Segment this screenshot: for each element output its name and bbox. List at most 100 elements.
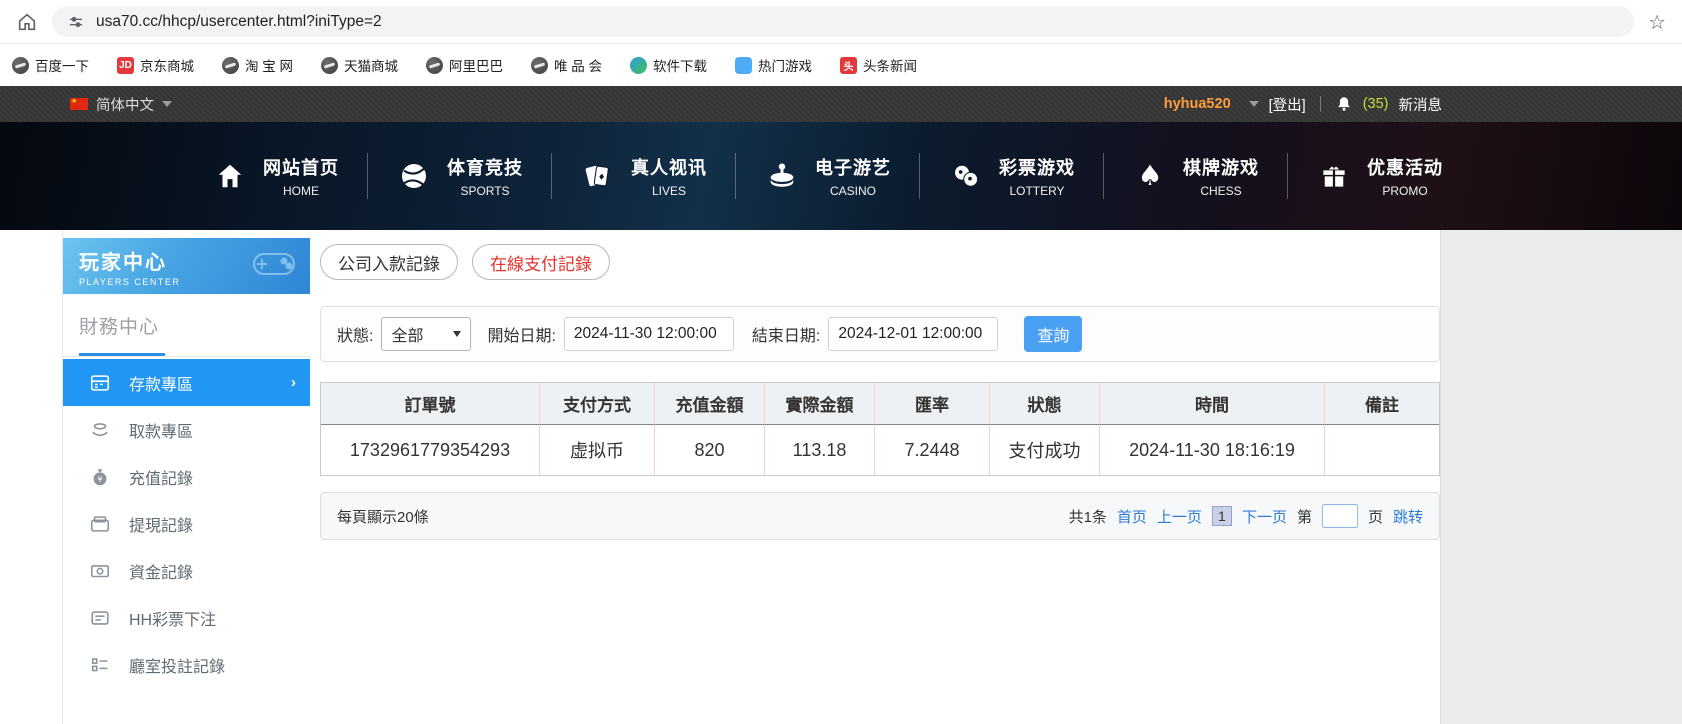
total-count: 共1条 [1068,508,1107,526]
nav-sports[interactable]: 体育竞技 SPORTS [368,154,551,198]
sidebar-item-hall-bet-record[interactable]: 廳室投註記錄 [63,641,310,688]
browser-chrome: usa70.cc/hhcp/usercenter.html?iniType=2 … [0,0,1682,44]
recharge-amount: 820 [655,425,765,475]
roulette-icon [764,158,800,194]
players-center-header: 玩家中心 PLAYERS CENTER [63,238,310,294]
bookmark-star-icon[interactable]: ☆ [1648,10,1666,34]
url-text: usa70.cc/hhcp/usercenter.html?iniType=2 [96,12,382,30]
bookmark-games[interactable]: 热门游戏 [735,55,812,75]
main-panel: 公司入款記錄 在線支付記錄 狀態: 全部 開始日期: 結束日期: 查詢 訂單號 … [310,230,1440,724]
cards-icon [580,158,616,194]
caret-down-icon[interactable] [1248,101,1259,107]
list-squares-icon [89,654,111,676]
site-topbar: 简体中文 hyhua520 [登出] (35) 新消息 [0,86,1682,122]
nav-lottery[interactable]: 彩票游戏 LOTTERY [920,154,1103,198]
tab-online-payment-record[interactable]: 在線支付記錄 [472,244,610,280]
content-area: 玩家中心 PLAYERS CENTER 財務中心 存款專區 › 取款專區 ¥ 充… [0,230,1682,724]
section-title: 財務中心 [79,317,160,338]
nav-chess[interactable]: ♠ 棋牌游戏 CHESS [1104,154,1287,198]
globe-icon [321,56,339,74]
right-gutter [1440,230,1682,724]
finance-section: 財務中心 [63,294,310,357]
language-selector[interactable]: 简体中文 [96,94,154,115]
bookmark-software[interactable]: 软件下载 [630,55,707,75]
wallet-icon [89,513,111,535]
main-navigation: 网站首页 HOME 体育竞技 SPORTS 真人视讯 LIVES 电子游艺 CA… [0,122,1682,230]
gift-icon [1316,158,1352,194]
username[interactable]: hyhua520 [1164,96,1231,112]
tab-company-deposit-record[interactable]: 公司入款記錄 [320,244,458,280]
jd-icon: JD [117,56,134,74]
bookmark-tmall[interactable]: 天猫商城 [321,55,398,75]
spade-icon: ♠ [1137,159,1163,192]
table-row: 1732961779354293 虚拟币 820 113.18 7.2448 支… [321,425,1439,475]
search-button[interactable]: 查詢 [1024,316,1083,352]
bookmarks-bar: 百度一下 JD 京东商城 淘 宝 网 天猫商城 阿里巴巴 唯 品 会 软件下载 … [0,44,1682,86]
gamepad-icon [248,246,300,282]
globe-icon [222,56,239,74]
pagination-bar: 每頁顯示20條 共1条 首页 上一页 1 下一页 第 页 跳转 [320,492,1440,540]
nav-lives[interactable]: 真人视讯 LIVES [552,154,735,198]
sidebar-menu: 存款專區 › 取款專區 ¥ 充值記錄 提現記錄 資金記錄 HH彩票下注 廳室投註… [63,357,310,688]
messages-link[interactable]: 新消息 [1399,94,1443,115]
page-size-label: 每頁顯示20條 [337,508,429,526]
payment-method: 虚拟币 [540,425,655,475]
first-page-link[interactable]: 首页 [1117,506,1147,527]
remark [1325,425,1439,475]
page-prefix: 第 [1296,508,1312,526]
sidebar-item-deposit[interactable]: 存款專區 › [63,359,310,406]
sidebar-item-withdrawal-record[interactable]: 提現記錄 [63,500,310,547]
lottery-balls-icon [948,158,984,194]
order-number: 1732961779354293 [321,425,540,475]
section-underline [79,353,165,356]
filter-bar: 狀態: 全部 開始日期: 結束日期: 查詢 [320,306,1440,362]
home-icon[interactable] [16,11,38,33]
bookmark-jd[interactable]: JD 京东商城 [117,55,194,75]
bookmark-baidu[interactable]: 百度一下 [12,55,89,75]
end-date-label: 結束日期: [751,328,821,345]
left-gutter [0,230,62,724]
sidebar: 玩家中心 PLAYERS CENTER 財務中心 存款專區 › 取款專區 ¥ 充… [62,230,310,724]
nav-home[interactable]: 网站首页 HOME [184,154,367,198]
divider [1319,96,1321,112]
withdraw-icon [89,419,111,441]
message-count: (35) [1362,96,1389,112]
bookmark-vip[interactable]: 唯 品 会 [531,55,602,75]
nav-casino[interactable]: 电子游艺 CASINO [736,154,919,198]
time: 2024-11-30 18:16:19 [1100,425,1325,475]
actual-amount: 113.18 [765,425,875,475]
page-jump-input[interactable] [1321,504,1358,528]
current-page[interactable]: 1 [1211,506,1232,526]
bookmark-alibaba[interactable]: 阿里巴巴 [426,55,503,75]
status: 支付成功 [990,425,1100,475]
status-select[interactable]: 全部 [381,317,472,351]
table-header-row: 訂單號 支付方式 充值金額 實際金額 匯率 狀態 時間 備註 [321,383,1439,425]
address-bar[interactable]: usa70.cc/hhcp/usercenter.html?iniType=2 [52,6,1635,37]
prev-page-link[interactable]: 上一页 [1157,506,1202,527]
record-tabs: 公司入款記錄 在線支付記錄 [320,244,1440,280]
start-date-label: 開始日期: [487,328,556,345]
start-date-input[interactable] [563,317,734,351]
sidebar-item-hh-lottery-bets[interactable]: HH彩票下注 [63,594,310,641]
globe-icon [426,56,444,74]
bell-icon[interactable] [1335,95,1353,113]
chevron-right-icon: › [291,374,296,391]
bookmark-taobao[interactable]: 淘 宝 网 [222,55,293,75]
logout-link[interactable]: [登出] [1269,94,1306,115]
banknote-icon [89,560,111,582]
nav-promo[interactable]: 优惠活动 PROMO [1288,154,1471,198]
site-info-icon[interactable] [68,14,84,30]
bookmark-toutiao[interactable]: 头 头条新闻 [840,55,917,75]
records-table: 訂單號 支付方式 充值金額 實際金額 匯率 狀態 時間 備註 173296177… [320,382,1440,476]
jump-link[interactable]: 跳转 [1393,506,1423,527]
svg-text:¥: ¥ [97,474,102,484]
sidebar-item-withdraw[interactable]: 取款專區 [63,406,310,453]
status-label: 狀態: [337,328,374,345]
caret-down-icon[interactable] [162,101,172,107]
next-page-link[interactable]: 下一页 [1242,506,1287,527]
chevron-down-icon [453,331,462,337]
sidebar-item-funds-record[interactable]: 資金記錄 [63,547,310,594]
sidebar-item-recharge-record[interactable]: ¥ 充值記錄 [63,453,310,500]
end-date-input[interactable] [828,317,999,351]
deposit-icon [89,372,111,394]
